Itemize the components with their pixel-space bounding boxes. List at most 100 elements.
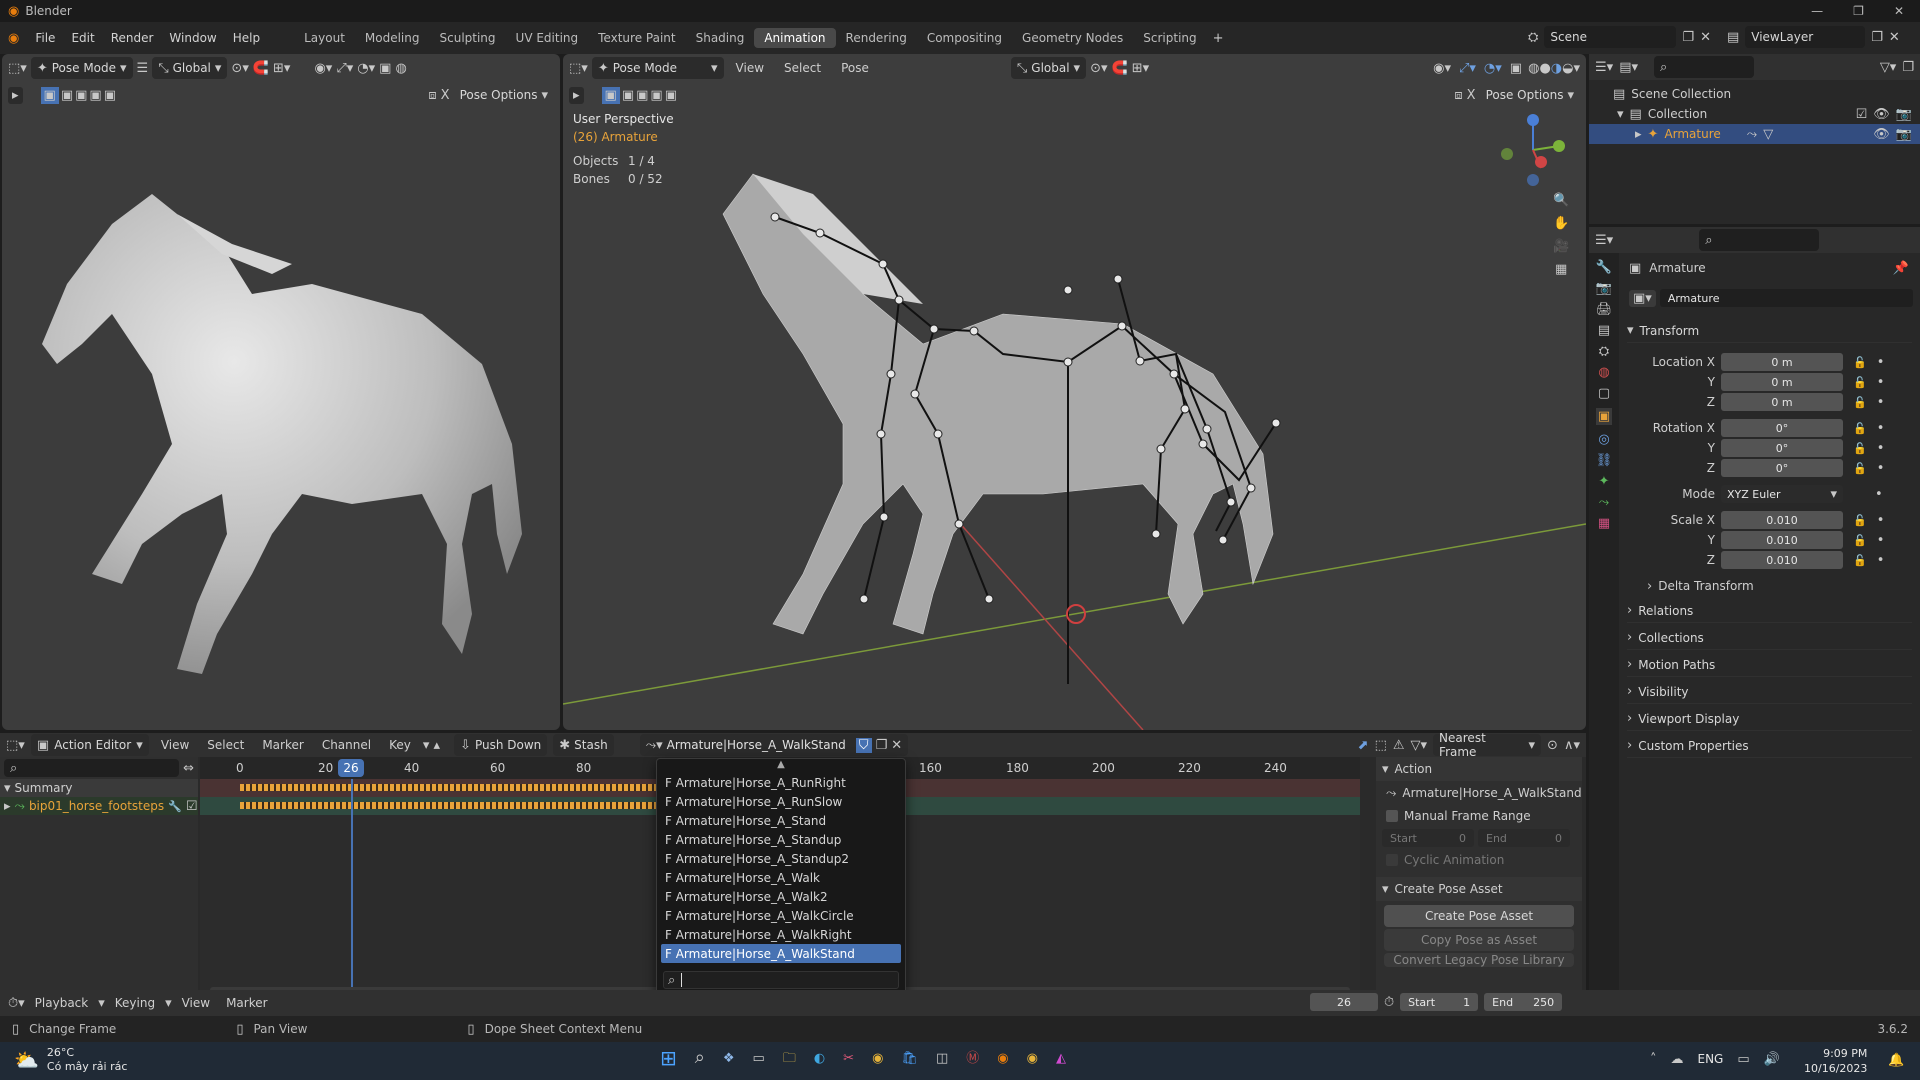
affinity-icon[interactable]: ◭: [1056, 1052, 1066, 1065]
camera-render-icon[interactable]: 📷: [1896, 128, 1912, 141]
current-frame-field[interactable]: 26: [1310, 993, 1378, 1011]
outliner-search[interactable]: ⌕: [1654, 56, 1754, 78]
unlink-action-icon[interactable]: ✕: [891, 739, 902, 752]
armature-data-tab-icon[interactable]: ✦: [1599, 475, 1610, 488]
windows-start-icon[interactable]: ⊞: [660, 1048, 677, 1068]
lock-icon[interactable]: 🔓: [1853, 463, 1867, 474]
custom-properties-panel-header[interactable]: › Custom Properties: [1627, 734, 1912, 758]
only-selected-icon[interactable]: ⬈: [1358, 739, 1369, 752]
scene-icon[interactable]: ⛭: [1528, 31, 1538, 44]
collections-panel-header[interactable]: › Collections: [1627, 626, 1912, 650]
manual-frame-range-row[interactable]: Manual Frame Range: [1376, 805, 1582, 827]
zoom-icon[interactable]: 🔍: [1553, 194, 1569, 207]
keyframe-dot-icon[interactable]: •: [1877, 462, 1885, 475]
select-extend-icon[interactable]: ▣: [61, 89, 73, 102]
select-tool-icon[interactable]: ▸: [8, 86, 23, 104]
dope-menu-view[interactable]: View: [155, 738, 195, 752]
new-viewlayer-icon[interactable]: ❐: [1871, 31, 1883, 44]
properties-search[interactable]: ⌕: [1699, 229, 1820, 251]
playhead-line[interactable]: [351, 779, 353, 997]
outliner-row-scene-collection[interactable]: ▤ Scene Collection: [1589, 84, 1920, 104]
tool-tab-icon[interactable]: 🔧: [1596, 261, 1612, 274]
dope-menu-channel[interactable]: Channel: [316, 738, 377, 752]
errors-icon[interactable]: ⚠: [1393, 739, 1405, 752]
menu-file[interactable]: File: [27, 31, 63, 45]
widgets-icon[interactable]: ❖: [723, 1052, 735, 1065]
chevron-up-icon[interactable]: ˄: [1650, 1053, 1657, 1066]
viewport-display-panel-header[interactable]: › Viewport Display: [1627, 707, 1912, 731]
end-frame-field[interactable]: End 0: [1478, 829, 1570, 847]
gizmo-icon[interactable]: ⤢▾: [336, 62, 353, 75]
editor-type-icon[interactable]: ⬚▾: [8, 62, 27, 75]
chrome-icon[interactable]: ◉: [872, 1052, 883, 1065]
maximize-icon[interactable]: ❐: [1853, 4, 1864, 18]
properties-editor[interactable]: ☰▾ ⌕ 🔧 📷 🖨 ▤ ⛭ ◍ ▢ ▣ ◎ ⛓ ✦ ⤳ ▦ ▣ Armatur…: [1589, 227, 1920, 1000]
editor-type-icon[interactable]: ☰▾: [1595, 234, 1613, 247]
dopesheet-mode-selector[interactable]: ▣ Action Editor ▾: [30, 734, 149, 756]
checkbox-icon[interactable]: [1386, 854, 1398, 866]
notification-bell-icon[interactable]: 🔔: [1888, 1054, 1904, 1067]
visibility-icon[interactable]: ◉▾: [314, 62, 332, 75]
outliner[interactable]: ☰▾ ▤▾ ⌕ ▽▾ ❐ ▤ Scene Collection ▾ ▤ Coll…: [1589, 54, 1920, 224]
camera-render-icon[interactable]: 📷: [1896, 108, 1912, 121]
bone-tab-icon[interactable]: ⤳: [1599, 496, 1609, 509]
store-icon[interactable]: 🛍: [901, 1052, 918, 1065]
snipping-tool-icon[interactable]: ✂: [843, 1052, 854, 1065]
tab-animation[interactable]: Animation: [754, 28, 836, 48]
dropdown-item[interactable]: F Armature|Horse_A_Standup2: [657, 849, 905, 868]
create-pose-asset-button[interactable]: Create Pose Asset: [1384, 905, 1574, 927]
dope-menu-select[interactable]: Select: [201, 738, 250, 752]
stopwatch-icon[interactable]: ⏱: [1384, 996, 1394, 1009]
chrome-icon[interactable]: ◉: [1027, 1052, 1038, 1065]
dropdown-item[interactable]: F Armature|Horse_A_Walk2: [657, 887, 905, 906]
dropdown-search-input[interactable]: ⌕: [663, 971, 899, 989]
remove-viewlayer-icon[interactable]: ✕: [1889, 31, 1900, 44]
object-type-icon[interactable]: ▣▾: [1629, 289, 1656, 307]
constraint-tab-icon[interactable]: ⛓: [1596, 454, 1613, 467]
duplicate-action-icon[interactable]: ❐: [876, 739, 888, 752]
dope-menu-marker[interactable]: Marker: [256, 738, 309, 752]
action-panel-header[interactable]: ▾ Action: [1376, 757, 1582, 781]
blender-menu-icon[interactable]: ◉: [0, 32, 27, 45]
cyclic-row[interactable]: Cyclic Animation: [1376, 849, 1582, 871]
editor-type-icon[interactable]: ⏱▾: [8, 997, 25, 1010]
dropdown-item[interactable]: F Armature|Horse_A_Stand: [657, 811, 905, 830]
delta-transform-subpanel[interactable]: › Delta Transform: [1647, 579, 1754, 593]
snap-icon[interactable]: 🧲: [253, 62, 269, 75]
keyframe-dot-icon[interactable]: •: [1877, 396, 1885, 409]
location-y-field[interactable]: 0 m: [1721, 373, 1843, 391]
weather-widget[interactable]: ⛅ 26°C Có mây rải rác: [14, 1046, 127, 1074]
search-icon[interactable]: ⌕: [695, 1049, 705, 1067]
wrench-icon[interactable]: 🔧: [168, 801, 182, 812]
keyframe-dot-icon[interactable]: •: [1877, 554, 1885, 567]
language-indicator[interactable]: ENG: [1698, 1052, 1724, 1066]
select-subtract-icon[interactable]: ▣: [75, 89, 87, 102]
curve-icon[interactable]: ∧▾: [1564, 739, 1580, 752]
stash-button[interactable]: ✱ Stash: [553, 734, 614, 756]
fake-user-shield-icon[interactable]: ⛉: [855, 737, 872, 753]
clock[interactable]: 9:09 PM 10/16/2023: [1804, 1046, 1867, 1076]
main-viewport[interactable]: ⬚▾ ✦ Pose Mode ▾ View Select Pose ⤡ Glob…: [563, 54, 1586, 730]
visibility-panel-header[interactable]: › Visibility: [1627, 680, 1912, 704]
xray-icon[interactable]: ▣: [379, 62, 391, 75]
file-explorer-icon[interactable]: 🗀: [783, 1052, 796, 1065]
object-name-field[interactable]: Armature: [1659, 289, 1913, 307]
remove-scene-icon[interactable]: ✕: [1700, 31, 1711, 44]
tab-rendering[interactable]: Rendering: [836, 28, 917, 48]
close-icon[interactable]: ✕: [1894, 4, 1904, 18]
tab-uv-editing[interactable]: UV Editing: [506, 28, 589, 48]
snap-target-icon[interactable]: ⊞▾: [273, 62, 290, 75]
pan-hand-icon[interactable]: ✋: [1553, 217, 1569, 230]
rotation-x-field[interactable]: 0°: [1721, 419, 1843, 437]
rotation-y-field[interactable]: 0°: [1721, 439, 1843, 457]
location-x-field[interactable]: 0 m: [1721, 353, 1843, 371]
filter-icon[interactable]: ▽▾: [1880, 61, 1897, 74]
tab-modeling[interactable]: Modeling: [355, 28, 430, 48]
modifier-tab-icon[interactable]: ◎: [1598, 433, 1609, 446]
app-icon[interactable]: ◫: [936, 1052, 948, 1065]
channel-summary[interactable]: ▾ Summary: [0, 779, 198, 797]
location-z-field[interactable]: 0 m: [1721, 393, 1843, 411]
dropdown-item[interactable]: F Armature|Horse_A_WalkRight: [657, 925, 905, 944]
swap-icon[interactable]: ⇔: [183, 762, 194, 775]
checkbox-icon[interactable]: ☑: [186, 800, 198, 813]
